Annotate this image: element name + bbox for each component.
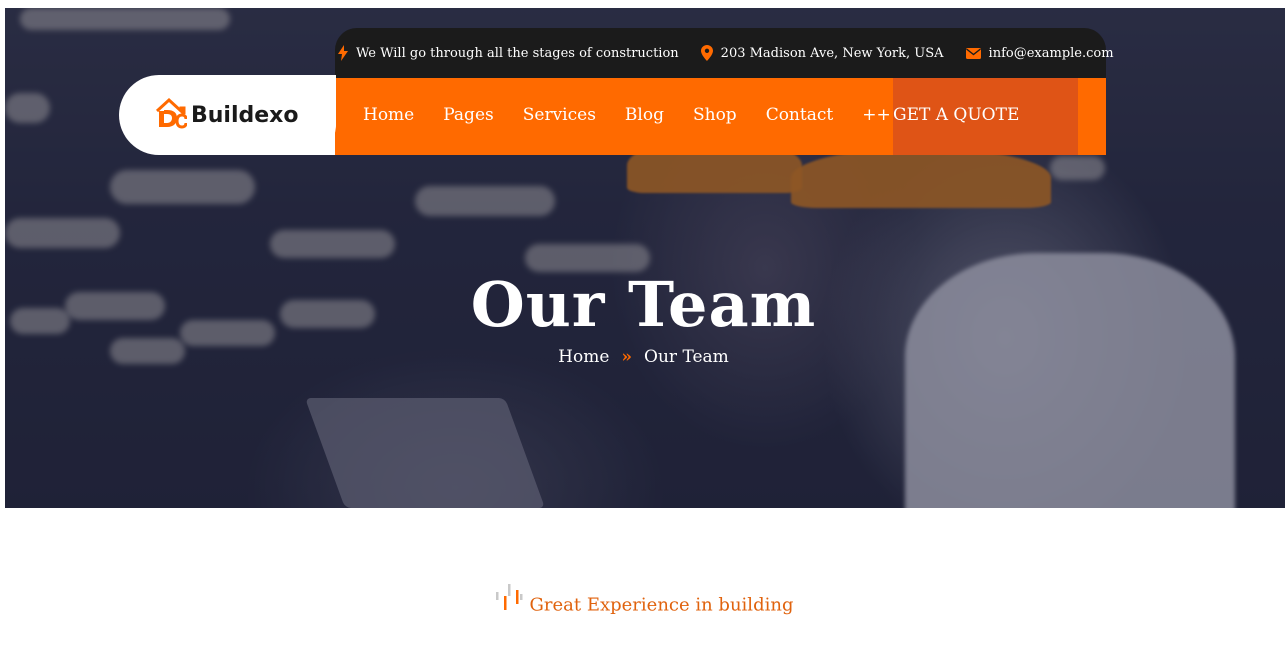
bars-decoration-icon — [494, 582, 526, 617]
main-navigation: Home Pages Services Blog Shop Contact ++… — [335, 75, 1106, 155]
topbar-email[interactable]: info@example.com — [965, 46, 1114, 61]
address-text: 203 Madison Ave, New York, USA — [720, 45, 944, 61]
tagline-text: We Will go through all the stages of con… — [356, 45, 679, 61]
topbar-tagline: We Will go through all the stages of con… — [338, 45, 679, 61]
bolt-icon — [338, 45, 348, 61]
nav-services[interactable]: Services — [523, 105, 596, 125]
logo[interactable]: Buildexo — [119, 75, 336, 155]
email-text[interactable]: info@example.com — [989, 46, 1114, 61]
breadcrumb-current: Our Team — [644, 347, 729, 367]
nav-home[interactable]: Home — [363, 105, 414, 125]
nav-shop[interactable]: Shop — [693, 105, 737, 125]
nav-pages[interactable]: Pages — [443, 105, 493, 125]
nav-contact[interactable]: Contact — [766, 105, 834, 125]
get-a-quote-button[interactable]: GET A QUOTE — [893, 75, 1078, 155]
breadcrumb-home[interactable]: Home — [558, 347, 609, 367]
double-chevron-right-icon: » — [621, 347, 633, 367]
nav-links: Home Pages Services Blog Shop Contact ++ — [335, 75, 920, 155]
topbar-address: 203 Madison Ave, New York, USA — [700, 45, 944, 61]
logo-house-icon — [155, 97, 188, 133]
breadcrumb: Home » Our Team — [0, 347, 1287, 367]
map-pin-icon — [700, 45, 713, 61]
envelope-icon — [965, 47, 981, 59]
page-title: Our Team — [470, 268, 817, 341]
nav-blog[interactable]: Blog — [625, 105, 664, 125]
section-subtitle: Great Experience in building — [0, 584, 1287, 623]
top-info-bar: We Will go through all the stages of con… — [335, 28, 1114, 78]
subtitle-text: Great Experience in building — [529, 594, 794, 616]
nav-more[interactable]: ++ — [862, 105, 891, 125]
logo-text: Buildexo — [191, 102, 299, 128]
